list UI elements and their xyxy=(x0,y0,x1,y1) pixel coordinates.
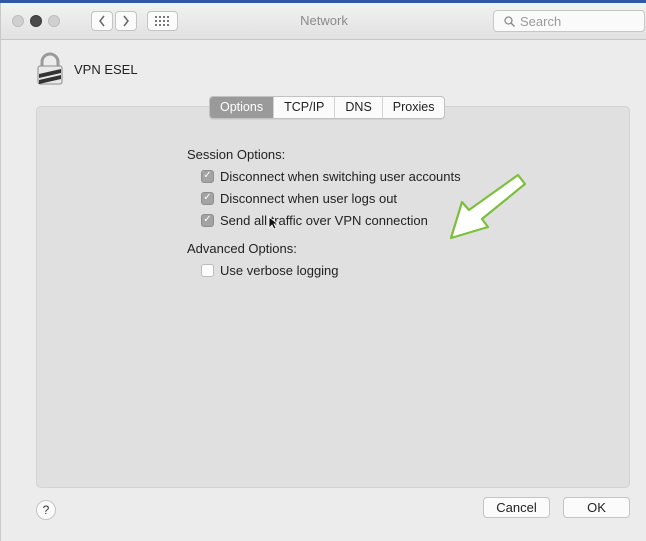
option-label: Send all traffic over VPN connection xyxy=(220,212,428,228)
option-disconnect-switching[interactable]: ✓ Disconnect when switching user account… xyxy=(201,165,461,187)
option-send-all-traffic[interactable]: ✓ Send all traffic over VPN connection xyxy=(201,209,461,231)
tab-bar: Options TCP/IP DNS Proxies xyxy=(209,96,446,119)
tab-dns[interactable]: DNS xyxy=(334,97,381,118)
option-verbose-logging[interactable]: Use verbose logging xyxy=(201,259,461,281)
annotation-arrow-icon xyxy=(449,173,526,240)
mouse-pointer-icon xyxy=(268,216,278,230)
search-field[interactable]: Search xyxy=(493,10,645,32)
option-disconnect-logout[interactable]: ✓ Disconnect when user logs out xyxy=(201,187,461,209)
ok-button[interactable]: OK xyxy=(563,497,630,518)
checkbox-verbose-logging[interactable] xyxy=(201,263,214,277)
cancel-button[interactable]: Cancel xyxy=(483,497,550,518)
option-label: Disconnect when switching user accounts xyxy=(220,168,461,184)
title-bar: Network Search xyxy=(1,3,646,40)
checkbox-disconnect-logout[interactable]: ✓ xyxy=(201,191,214,205)
option-label: Use verbose logging xyxy=(220,262,339,278)
tab-proxies[interactable]: Proxies xyxy=(381,97,445,118)
session-options-heading: Session Options: xyxy=(187,147,286,162)
search-icon xyxy=(504,15,515,27)
vpn-lock-icon xyxy=(37,52,63,85)
tab-options[interactable]: Options xyxy=(210,97,274,118)
checkbox-disconnect-switching[interactable]: ✓ xyxy=(201,169,214,183)
checkbox-send-all-traffic[interactable]: ✓ xyxy=(201,213,214,227)
search-placeholder: Search xyxy=(520,13,562,29)
options-content: Session Options: ✓ Disconnect when switc… xyxy=(187,145,461,281)
advanced-options-heading: Advanced Options: xyxy=(187,241,297,256)
vpn-header: VPN ESEL xyxy=(36,52,138,86)
tab-tcpip[interactable]: TCP/IP xyxy=(273,97,334,118)
help-button[interactable]: ? xyxy=(36,500,56,520)
option-label: Disconnect when user logs out xyxy=(220,190,398,206)
vpn-name: VPN ESEL xyxy=(74,61,138,77)
